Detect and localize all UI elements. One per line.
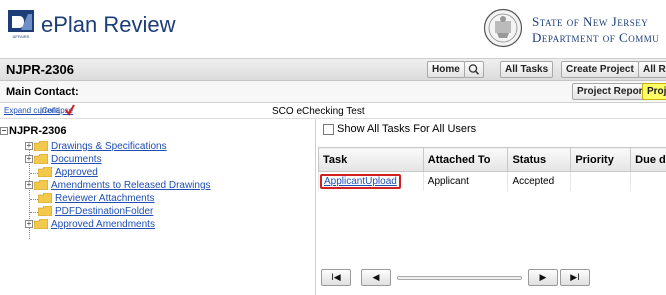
tree-item-approved[interactable]: Approved bbox=[38, 167, 98, 178]
tree-toolbar: Expand current | Collapse | SCO eCheckin… bbox=[0, 103, 666, 119]
next-page-button[interactable]: ▶ bbox=[528, 269, 558, 286]
project-bar: NJPR-2306 Home All Tasks Create Project … bbox=[0, 59, 666, 81]
table-header-row: Task Attached To Status Priority Due da bbox=[318, 147, 666, 172]
task-cell[interactable]: ApplicantUpload bbox=[318, 171, 424, 191]
tree-item-label[interactable]: Drawings & Specifications bbox=[51, 141, 167, 152]
folder-icon bbox=[34, 141, 48, 152]
logo-caption: AFFAIRS bbox=[13, 34, 30, 39]
collapse-icon[interactable]: − bbox=[0, 127, 8, 136]
tree-item-label[interactable]: Approved bbox=[55, 167, 98, 178]
show-all-label: Show All Tasks For All Users bbox=[337, 123, 477, 135]
folder-icon bbox=[38, 206, 52, 217]
show-all-tasks-toggle[interactable]: Show All Tasks For All Users bbox=[323, 123, 476, 135]
all-tasks-button[interactable]: All Tasks bbox=[500, 61, 554, 78]
folder-icon bbox=[34, 154, 48, 165]
folder-icon bbox=[34, 219, 48, 230]
page-slider[interactable] bbox=[397, 276, 522, 280]
tree-item-pdf-destination[interactable]: PDFDestinationFolder bbox=[38, 206, 153, 217]
column-header-status[interactable]: Status bbox=[507, 147, 572, 172]
tree-root[interactable]: − NJPR-2306 bbox=[0, 125, 66, 137]
folder-icon bbox=[38, 193, 52, 204]
tree-item-reviewer-attachments[interactable]: Reviewer Attachments bbox=[38, 193, 155, 204]
column-header-due-date[interactable]: Due da bbox=[630, 147, 666, 172]
attached-to-cell: Applicant bbox=[422, 171, 508, 191]
projects-button[interactable]: Proje bbox=[642, 83, 666, 100]
tree-item-label[interactable]: Approved Amendments bbox=[51, 219, 155, 230]
tree-connector bbox=[30, 199, 38, 200]
tasks-panel: Show All Tasks For All Users Task Attach… bbox=[317, 119, 666, 295]
expand-icon[interactable]: + bbox=[25, 181, 33, 190]
tree-item-drawings-specifications[interactable]: + Drawings & Specifications bbox=[25, 141, 167, 152]
tree-root-label: NJPR-2306 bbox=[9, 125, 67, 137]
first-page-button[interactable]: I◀ bbox=[321, 269, 351, 286]
column-header-priority[interactable]: Priority bbox=[570, 147, 632, 172]
folder-icon bbox=[38, 167, 52, 178]
toolbar-separator: | bbox=[58, 106, 61, 115]
expand-icon[interactable]: + bbox=[25, 220, 33, 229]
folder-icon bbox=[34, 180, 48, 191]
column-header-task[interactable]: Task bbox=[318, 147, 424, 172]
tree-item-documents[interactable]: + Documents bbox=[25, 154, 102, 165]
show-all-checkbox[interactable] bbox=[323, 123, 334, 135]
tree-item-label[interactable]: Reviewer Attachments bbox=[55, 193, 155, 204]
expand-icon[interactable]: + bbox=[25, 142, 33, 151]
app-title: ePlan Review bbox=[41, 12, 176, 37]
tree-item-label[interactable]: PDFDestinationFolder bbox=[55, 206, 153, 217]
tree-item-label[interactable]: Documents bbox=[51, 154, 102, 165]
table-row[interactable]: ApplicantUpload Applicant Accepted bbox=[318, 171, 666, 191]
expand-icon[interactable]: + bbox=[25, 155, 33, 164]
last-page-button[interactable]: ▶I bbox=[560, 269, 590, 286]
status-cell: Accepted bbox=[507, 171, 571, 191]
tree-item-label[interactable]: Amendments to Released Drawings bbox=[51, 180, 211, 191]
tree-item-amendments-released[interactable]: + Amendments to Released Drawings bbox=[25, 180, 211, 191]
project-id: NJPR-2306 bbox=[6, 62, 74, 77]
task-link[interactable]: ApplicantUpload bbox=[320, 174, 401, 189]
state-seal-icon bbox=[483, 8, 523, 48]
tasks-table: Task Attached To Status Priority Due da … bbox=[318, 147, 666, 191]
department-name: Department of Commu bbox=[532, 30, 660, 45]
search-icon bbox=[468, 64, 480, 75]
document-tree: − NJPR-2306 + Drawings & Specifications + D… bbox=[0, 119, 316, 295]
tree-item-approved-amendments[interactable]: + Approved Amendments bbox=[25, 219, 155, 230]
tree-connector bbox=[30, 212, 38, 213]
home-button[interactable]: Home bbox=[427, 61, 465, 78]
panel-title: SCO eChecking Test bbox=[272, 106, 365, 117]
pagination-bar: I◀ ◀ ▶ ▶I bbox=[317, 269, 666, 289]
due-date-cell bbox=[630, 171, 666, 191]
prev-page-button[interactable]: ◀ bbox=[361, 269, 391, 286]
dca-logo-icon: AFFAIRS bbox=[8, 10, 34, 40]
contact-bar: Main Contact: Project Reports Proje bbox=[0, 81, 666, 103]
tree-connector bbox=[30, 173, 38, 174]
checkmark-icon[interactable] bbox=[64, 104, 76, 116]
search-button[interactable] bbox=[464, 61, 484, 78]
main-contact-label: Main Contact: bbox=[6, 86, 79, 98]
all-reports-button[interactable]: All Re bbox=[638, 61, 666, 78]
state-name: State of New Jersey bbox=[532, 14, 649, 29]
column-header-attached-to[interactable]: Attached To bbox=[422, 147, 509, 172]
priority-cell bbox=[570, 171, 631, 191]
create-project-button[interactable]: Create Project bbox=[561, 61, 639, 78]
app-header: AFFAIRS ePlan Review State of New Jersey… bbox=[0, 0, 666, 59]
